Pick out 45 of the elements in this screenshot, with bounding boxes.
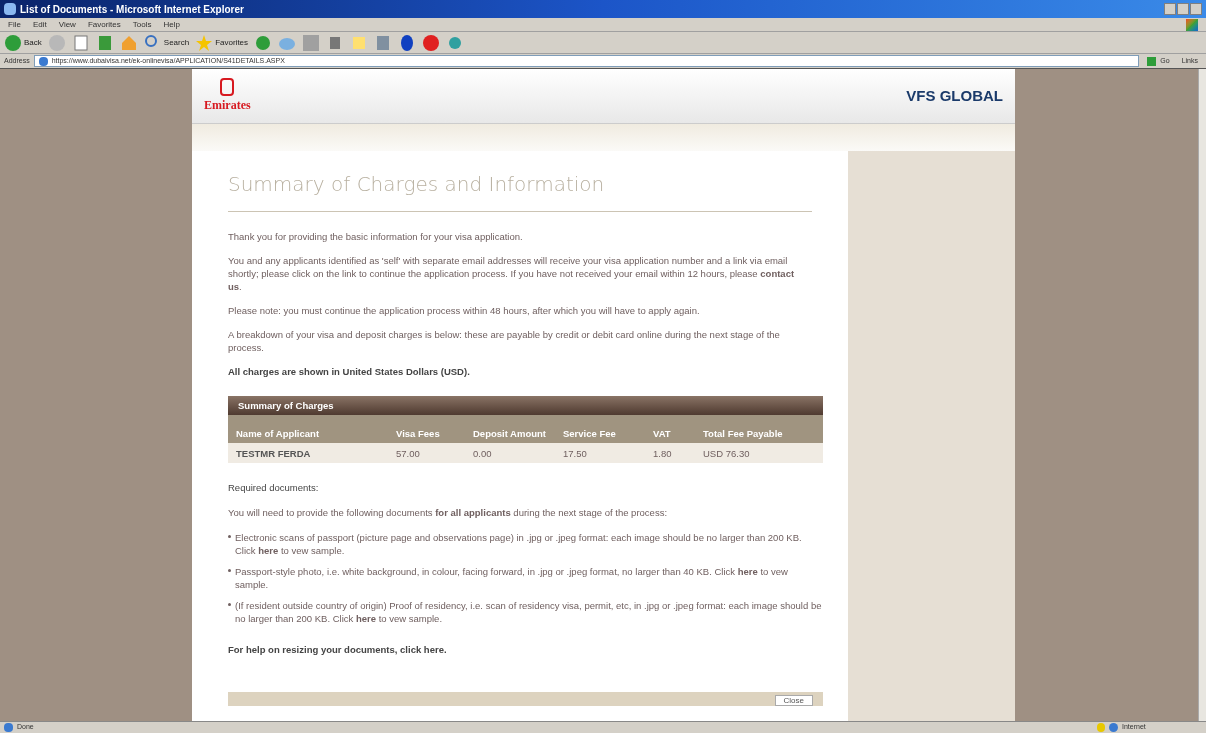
minimize-button[interactable] bbox=[1164, 3, 1176, 15]
menu-item[interactable]: File bbox=[8, 18, 21, 31]
paragraph: Please note: you must continue the application process within 48 hours, after which you will have to apply again. bbox=[228, 304, 701, 317]
close-button[interactable] bbox=[1190, 3, 1202, 15]
table-cell-text: 17.50 bbox=[562, 446, 588, 460]
search-button[interactable]: Search bbox=[143, 33, 190, 52]
document-item: (If resident outside country of origin) Proof of residency, i.e. scan of residency visa, permit, etc, in .jpg or .jpeg format: each image should be no larger than 200 KB. Click here to vew sample. bbox=[235, 599, 823, 625]
document-item: Electronic scans of passport (picture page and observations page) in .jpg or .jpeg format: each image should be no larger than 200 KB. Click here to vew sample. bbox=[235, 531, 803, 557]
emirates-logo: Emirates bbox=[204, 97, 251, 114]
table-cell-text: 0.00 bbox=[472, 446, 493, 460]
window-title: List of Documents - Microsoft Internet Explorer bbox=[20, 2, 244, 17]
menu-item[interactable]: Tools bbox=[132, 18, 152, 31]
favorites-button[interactable]: Favorites bbox=[195, 33, 249, 52]
column-header: Name of Applicant bbox=[235, 427, 321, 440]
bullet-icon bbox=[228, 603, 231, 606]
back-button[interactable]: Back bbox=[4, 33, 42, 52]
menu-item[interactable]: Edit bbox=[32, 18, 47, 31]
vfs-global-logo: VFS GLOBAL bbox=[906, 85, 1003, 106]
restore-button[interactable] bbox=[1177, 3, 1189, 15]
table-cell-text: 1.80 bbox=[652, 446, 673, 460]
help-text: For help on resizing your documents, click here. bbox=[228, 643, 448, 656]
column-header: Service Fee bbox=[562, 427, 617, 440]
scrollbar[interactable] bbox=[1198, 69, 1206, 721]
table-cell-text: USD 76.30 bbox=[702, 446, 751, 460]
column-header: Deposit Amount bbox=[472, 427, 547, 440]
document-item: Passport-style photo, i.e. white background, in colour, facing forward, in .jpg or .jpeg format, no larger than 40 KB. Click here to vew sample. bbox=[235, 565, 789, 591]
currency-note: All charges are shown in United States Dollars (USD). bbox=[228, 365, 471, 378]
table-cell-text: TESTMR FERDA bbox=[235, 446, 312, 460]
page-heading: Summary of Charges and Information bbox=[228, 171, 812, 212]
table-cell-text: 57.00 bbox=[395, 446, 421, 460]
paragraph: A breakdown of your visa and deposit charges is below: these are payable by credit or debit card online during the next stage of the process. bbox=[228, 328, 781, 354]
docs-heading: Required documents: bbox=[228, 481, 320, 494]
table-title: Summary of Charges bbox=[228, 396, 823, 415]
close-button[interactable]: Close bbox=[774, 695, 813, 706]
menu-item[interactable]: View bbox=[58, 18, 76, 31]
paragraph: Thank you for providing the basic information for your visa application. bbox=[228, 230, 524, 243]
menu-item[interactable]: Favorites bbox=[87, 18, 121, 31]
bullet-icon bbox=[228, 535, 231, 538]
column-header: Total Fee Payable bbox=[702, 427, 784, 440]
bullet-icon bbox=[228, 569, 231, 572]
column-header: Visa Fees bbox=[395, 427, 441, 440]
menu-item[interactable]: Help bbox=[163, 18, 180, 31]
column-header: VAT bbox=[652, 427, 672, 440]
paragraph: You and any applicants identified as 'self' with separate email addresses will receive your visa application number and a link via email shortly; please click on the link to continue the application process. If you have not received your email within 12 hours, please contact us. bbox=[228, 254, 796, 293]
docs-intro: You will need to provide the following documents for all applicants during the next stage of the process: bbox=[228, 506, 669, 519]
